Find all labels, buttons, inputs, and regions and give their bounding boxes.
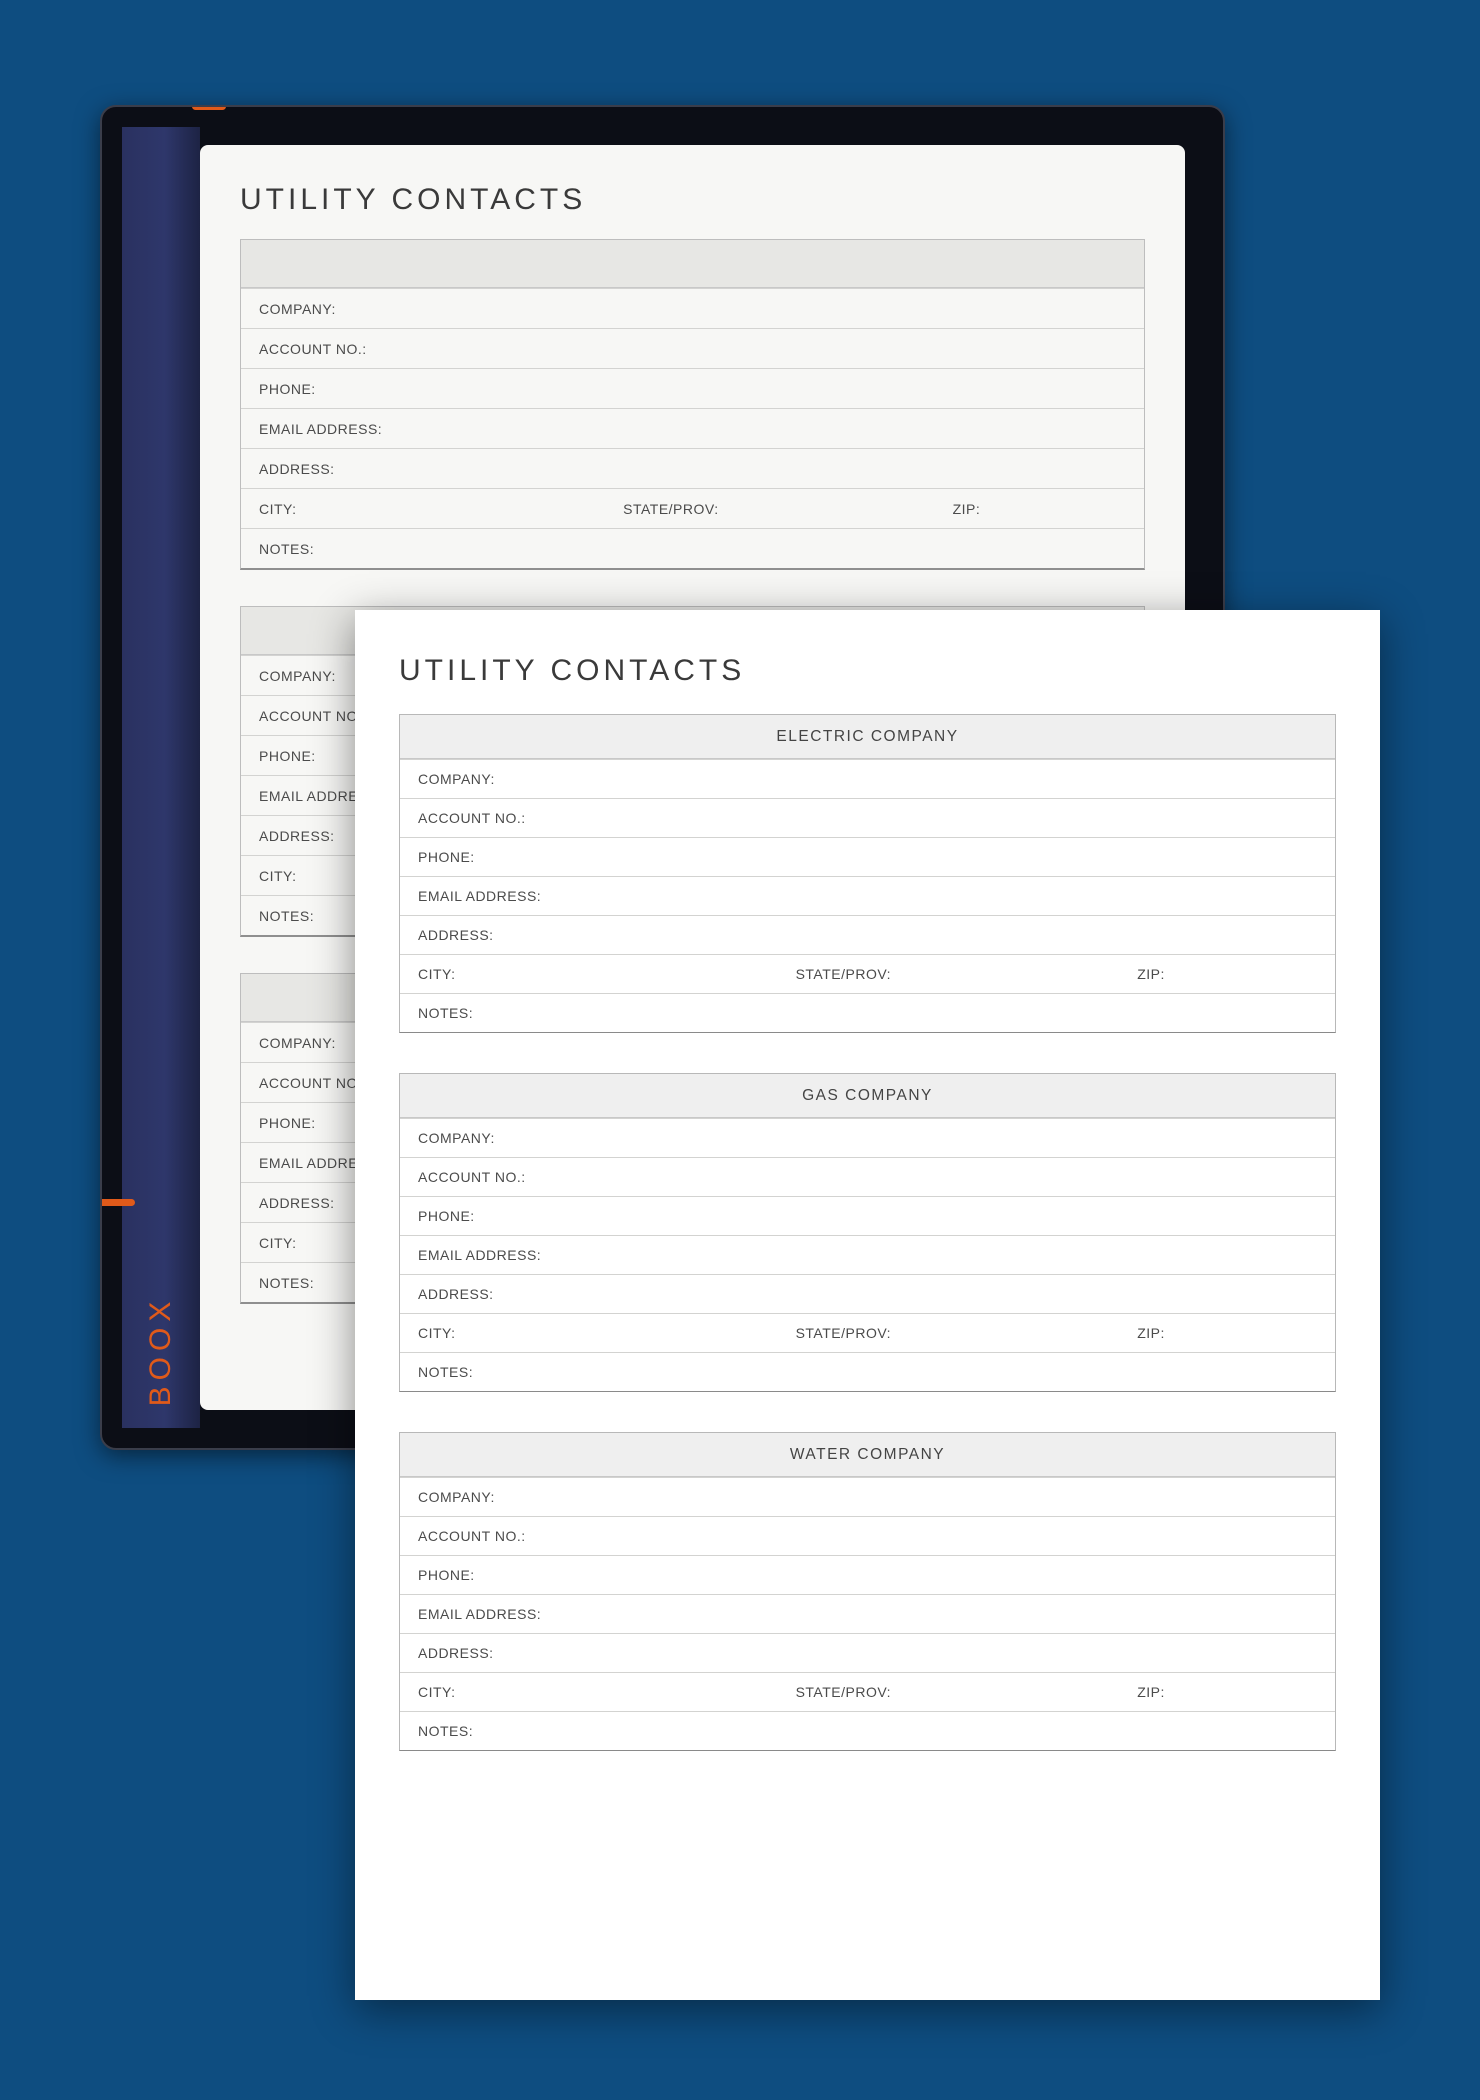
field-city-state-zip: CITY: STATE/PROV: ZIP: [400,1313,1335,1352]
field-phone: PHONE: [241,368,1144,408]
field-account: ACCOUNT NO.: [400,798,1335,837]
field-company: COMPANY: [400,1118,1335,1157]
label-email: EMAIL ADDRESS: [418,888,541,904]
field-phone: PHONE: [400,1555,1335,1594]
label-city: CITY: [418,966,796,982]
field-city-state-zip: CITY: STATE/PROV: ZIP: [400,954,1335,993]
section-header: ELECTRIC COMPANY [400,715,1335,759]
field-notes: NOTES: [241,528,1144,568]
field-email: EMAIL ADDRESS: [241,408,1144,448]
label-zip: ZIP: [1137,966,1317,982]
label-email: EMAIL ADDRESS: [418,1247,541,1263]
label-company: COMPANY: [259,301,336,317]
section-header: GAS COMPANY [400,1074,1335,1118]
page-title: UTILITY CONTACTS [240,183,1145,217]
label-city: CITY: [418,1684,796,1700]
label-state: STATE/PROV: [796,1684,1138,1700]
label-state: STATE/PROV: [796,966,1138,982]
label-account: ACCOUNT NO.: [418,1169,526,1185]
label-address: ADDRESS: [259,461,335,477]
label-address: ADDRESS: [418,1286,494,1302]
label-state: STATE/PROV: [796,1325,1138,1341]
field-account: ACCOUNT NO.: [400,1516,1335,1555]
field-address: ADDRESS: [400,915,1335,954]
label-email: EMAIL ADDRESS: [259,421,382,437]
label-account: ACCOUNT NO.: [259,341,367,357]
label-city: CITY: [418,1325,796,1341]
label-address: ADDRESS: [418,1645,494,1661]
label-notes: NOTES: [259,1275,314,1291]
field-city-state-zip: CITY: STATE/PROV: ZIP: [400,1672,1335,1711]
label-company: COMPANY: [418,1489,495,1505]
label-address: ADDRESS: [259,1195,335,1211]
label-company: COMPANY: [418,771,495,787]
label-company: COMPANY: [259,668,336,684]
field-account: ACCOUNT NO.: [241,328,1144,368]
label-email: EMAIL ADDRESS: [418,1606,541,1622]
label-address: ADDRESS: [259,828,335,844]
label-notes: NOTES: [418,1005,473,1021]
label-zip: ZIP: [953,501,1126,517]
field-phone: PHONE: [400,837,1335,876]
field-city-state-zip: CITY: STATE/PROV: ZIP: [241,488,1144,528]
field-email: EMAIL ADDRESS: [400,1594,1335,1633]
sheet-section-water: WATER COMPANY COMPANY: ACCOUNT NO.: PHON… [399,1432,1336,1751]
front-sheet: UTILITY CONTACTS ELECTRIC COMPANY COMPAN… [355,610,1380,2000]
section-header [241,240,1144,288]
label-notes: NOTES: [418,1364,473,1380]
label-account: ACCOUNT NO.: [418,1528,526,1544]
field-notes: NOTES: [400,1711,1335,1750]
label-account: ACCOUNT NO.: [259,1075,367,1091]
label-company: COMPANY: [259,1035,336,1051]
label-zip: ZIP: [1137,1325,1317,1341]
label-state: STATE/PROV: [623,501,952,517]
label-company: COMPANY: [418,1130,495,1146]
field-address: ADDRESS: [400,1633,1335,1672]
field-notes: NOTES: [400,1352,1335,1391]
label-phone: PHONE: [418,849,475,865]
label-phone: PHONE: [418,1567,475,1583]
label-phone: PHONE: [259,748,316,764]
field-company: COMPANY: [400,759,1335,798]
field-address: ADDRESS: [400,1274,1335,1313]
field-phone: PHONE: [400,1196,1335,1235]
label-city: CITY: [259,501,623,517]
label-notes: NOTES: [418,1723,473,1739]
label-notes: NOTES: [259,908,314,924]
tablet-section-1: COMPANY: ACCOUNT NO.: PHONE: EMAIL ADDRE… [240,239,1145,570]
field-email: EMAIL ADDRESS: [400,1235,1335,1274]
page-title: UTILITY CONTACTS [399,654,1336,688]
label-account: ACCOUNT NO.: [259,708,367,724]
tablet-spine: BOOX [122,127,200,1428]
field-address: ADDRESS: [241,448,1144,488]
field-company: COMPANY: [400,1477,1335,1516]
label-zip: ZIP: [1137,1684,1317,1700]
label-phone: PHONE: [259,1115,316,1131]
field-account: ACCOUNT NO.: [400,1157,1335,1196]
field-notes: NOTES: [400,993,1335,1032]
label-phone: PHONE: [418,1208,475,1224]
label-phone: PHONE: [259,381,316,397]
section-header: WATER COMPANY [400,1433,1335,1477]
label-account: ACCOUNT NO.: [418,810,526,826]
label-notes: NOTES: [259,541,314,557]
label-address: ADDRESS: [418,927,494,943]
field-company: COMPANY: [241,288,1144,328]
field-email: EMAIL ADDRESS: [400,876,1335,915]
sheet-section-electric: ELECTRIC COMPANY COMPANY: ACCOUNT NO.: P… [399,714,1336,1033]
brand-logo: BOOX [144,1296,178,1407]
sheet-section-gas: GAS COMPANY COMPANY: ACCOUNT NO.: PHONE:… [399,1073,1336,1392]
